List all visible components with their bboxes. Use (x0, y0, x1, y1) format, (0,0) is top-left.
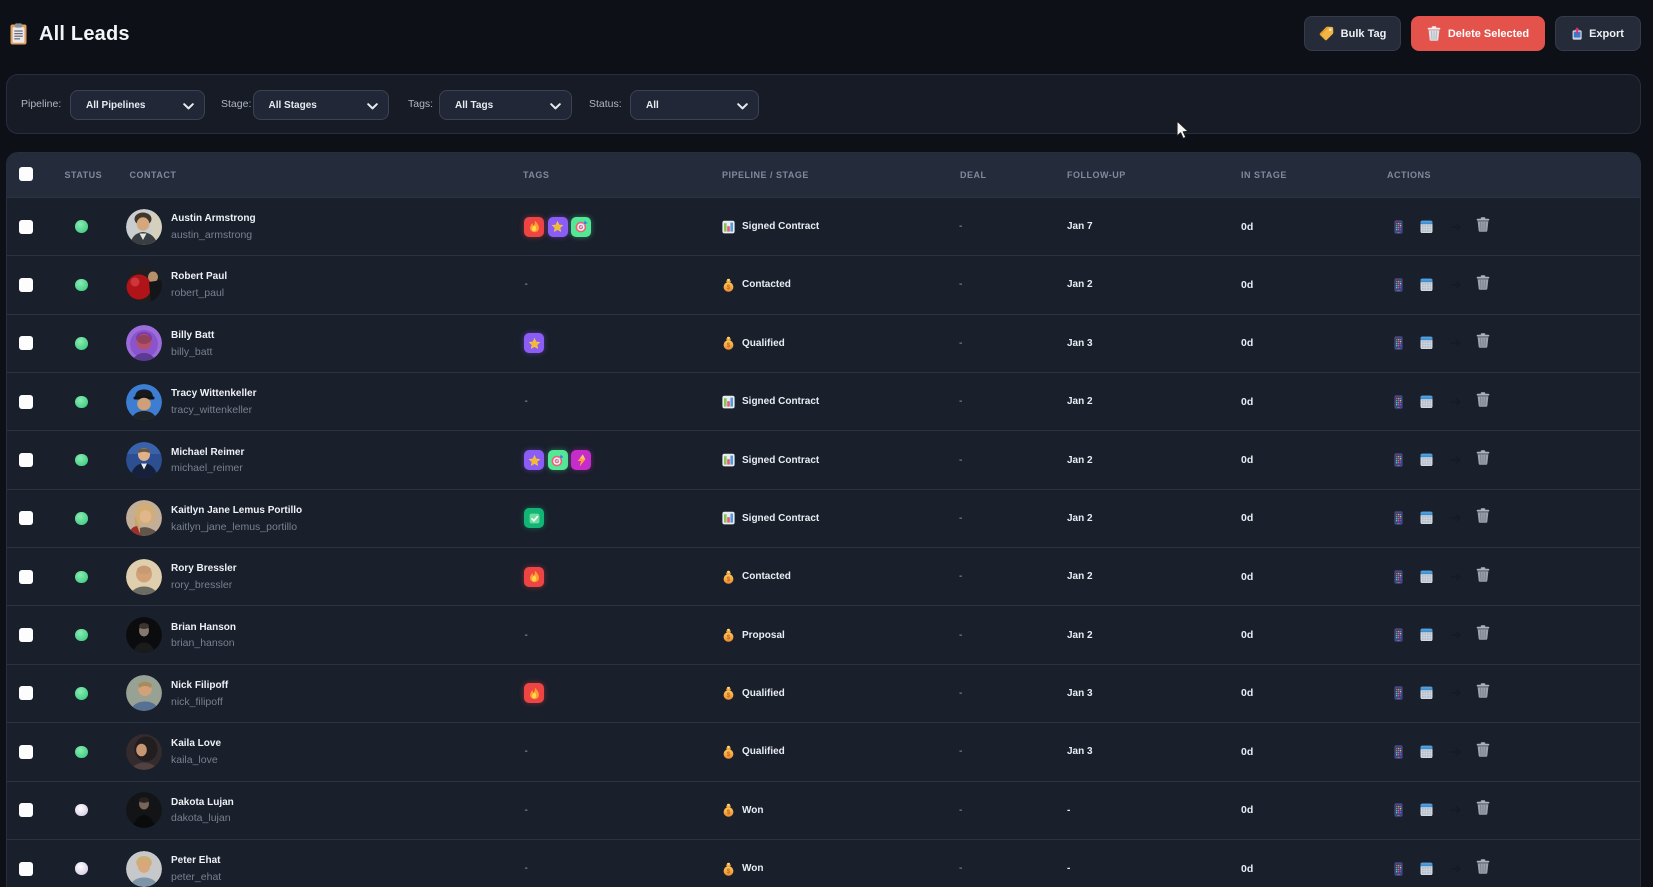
svg-text:$: $ (727, 576, 731, 583)
svg-text:$: $ (727, 868, 731, 875)
svg-text:$: $ (727, 693, 731, 700)
svg-text:$: $ (727, 634, 731, 641)
svg-text:$: $ (727, 343, 731, 350)
svg-text:$: $ (727, 809, 731, 816)
svg-text:$: $ (727, 284, 731, 291)
svg-text:$: $ (727, 751, 731, 758)
